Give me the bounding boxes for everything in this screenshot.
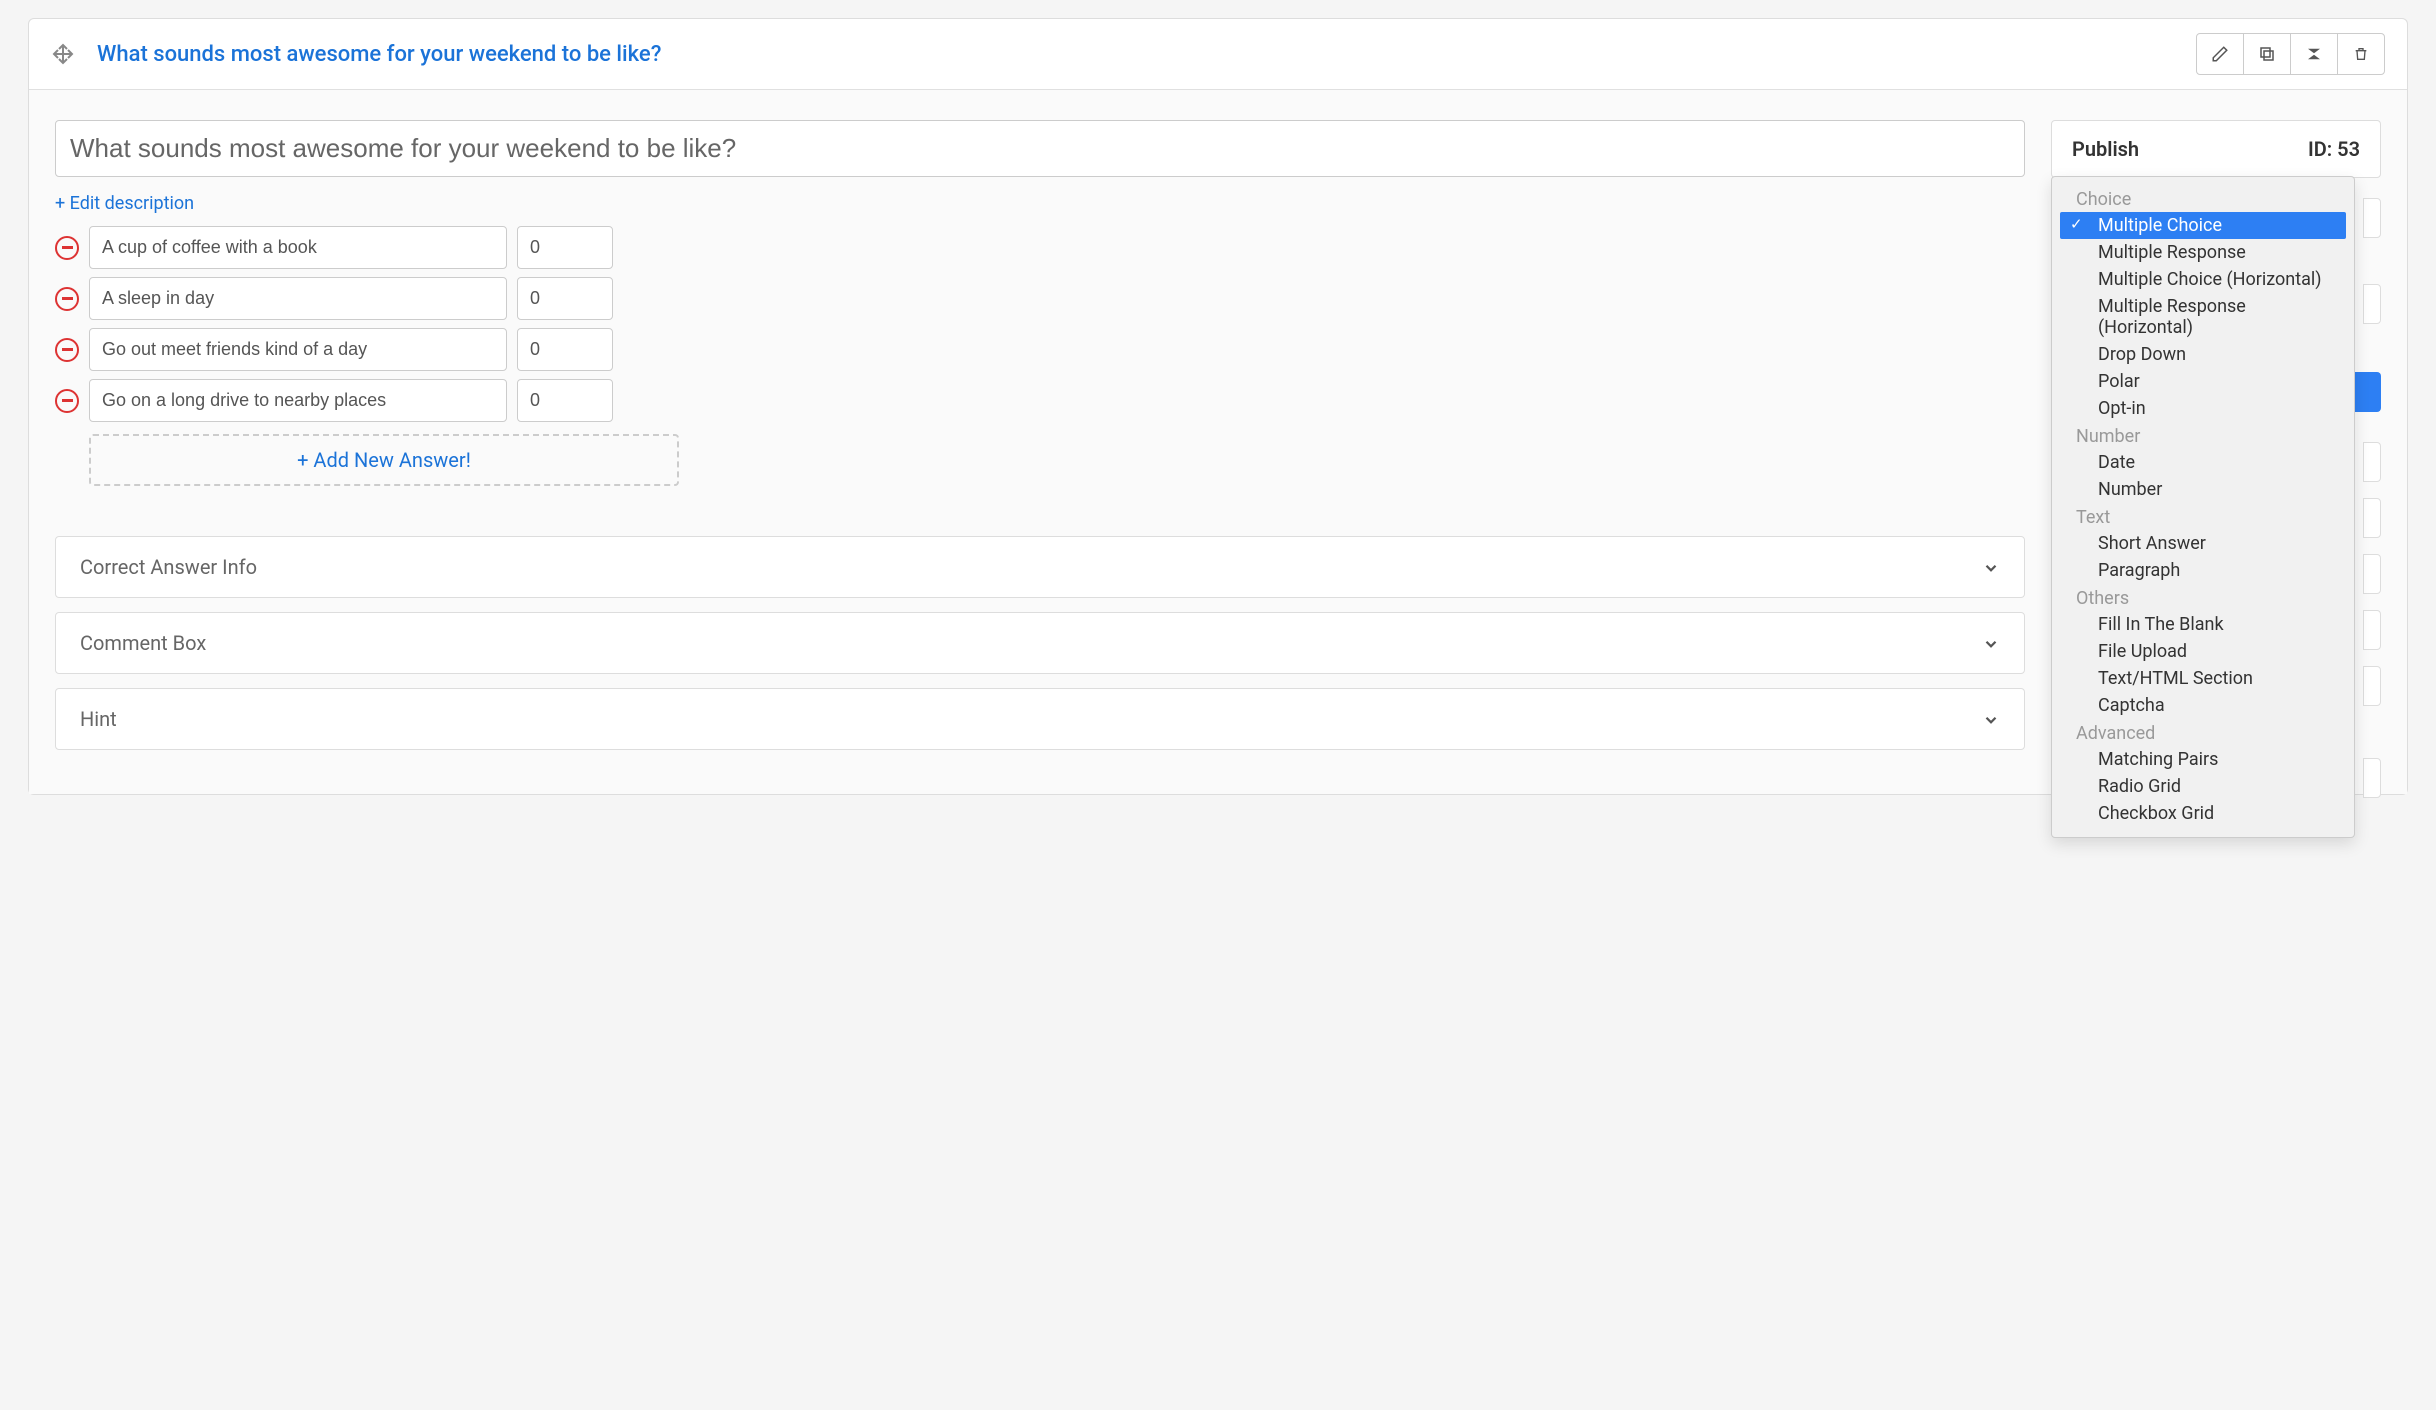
- answer-row: [55, 277, 2025, 320]
- answer-row: [55, 226, 2025, 269]
- dropdown-item[interactable]: Multiple Choice: [2060, 212, 2346, 239]
- chevron-down-icon: [1982, 710, 2000, 728]
- dropdown-item[interactable]: Drop Down: [2060, 341, 2346, 368]
- right-column: Publish ID: 53 ChoiceMultiple ChoiceMult…: [2051, 120, 2381, 750]
- answer-row: [55, 328, 2025, 371]
- accordion-hint[interactable]: Hint: [55, 688, 2025, 750]
- dropdown-item[interactable]: Radio Grid: [2060, 773, 2346, 800]
- answer-value-input[interactable]: [517, 226, 613, 269]
- remove-answer-icon[interactable]: [55, 389, 79, 413]
- add-answer-button[interactable]: + Add New Answer!: [89, 434, 679, 486]
- dropdown-item[interactable]: File Upload: [2060, 638, 2346, 665]
- dropdown-group-label: Advanced: [2056, 719, 2350, 746]
- answer-text-input[interactable]: [89, 379, 507, 422]
- hidden-field[interactable]: [2363, 758, 2381, 798]
- collapse-button[interactable]: [2290, 33, 2338, 75]
- answer-text-input[interactable]: [89, 226, 507, 269]
- dropdown-item[interactable]: Captcha: [2060, 692, 2346, 719]
- move-icon[interactable]: [51, 42, 75, 66]
- accordion-correct-answer[interactable]: Correct Answer Info: [55, 536, 2025, 598]
- answer-text-input[interactable]: [89, 277, 507, 320]
- dropdown-group-label: Others: [2056, 584, 2350, 611]
- accordion-group: Correct Answer Info Comment Box Hint: [55, 536, 2025, 750]
- dropdown-item[interactable]: Opt-in: [2060, 395, 2346, 422]
- question-text-input[interactable]: [55, 120, 2025, 177]
- answer-text-input[interactable]: [89, 328, 507, 371]
- dropdown-item[interactable]: Fill In The Blank: [2060, 611, 2346, 638]
- dropdown-item[interactable]: Paragraph: [2060, 557, 2346, 584]
- accordion-comment-box[interactable]: Comment Box: [55, 612, 2025, 674]
- hidden-field[interactable]: [2363, 198, 2381, 238]
- dropdown-group-label: Choice: [2056, 185, 2350, 212]
- publish-label: Publish: [2072, 137, 2139, 161]
- question-id: ID: 53: [2308, 137, 2360, 161]
- dropdown-item[interactable]: Checkbox Grid: [2060, 800, 2346, 827]
- duplicate-button[interactable]: [2243, 33, 2291, 75]
- hidden-field[interactable]: [2363, 284, 2381, 324]
- header-actions: [2196, 33, 2385, 75]
- question-type-dropdown[interactable]: ChoiceMultiple ChoiceMultiple ResponseMu…: [2051, 176, 2355, 838]
- answers-list: [55, 226, 2025, 422]
- answer-row: [55, 379, 2025, 422]
- remove-answer-icon[interactable]: [55, 338, 79, 362]
- remove-answer-icon[interactable]: [55, 287, 79, 311]
- hidden-field[interactable]: [2363, 498, 2381, 538]
- dropdown-group-label: Number: [2056, 422, 2350, 449]
- hidden-field[interactable]: [2363, 554, 2381, 594]
- card-body: + Edit description + Add New Answer! Cor…: [29, 90, 2407, 794]
- dropdown-group-label: Text: [2056, 503, 2350, 530]
- answer-value-input[interactable]: [517, 379, 613, 422]
- dropdown-item[interactable]: Multiple Response: [2060, 239, 2346, 266]
- hidden-field[interactable]: [2363, 666, 2381, 706]
- remove-answer-icon[interactable]: [55, 236, 79, 260]
- hidden-field[interactable]: [2363, 442, 2381, 482]
- hidden-field[interactable]: [2363, 610, 2381, 650]
- dropdown-item[interactable]: Matching Pairs: [2060, 746, 2346, 773]
- answer-value-input[interactable]: [517, 277, 613, 320]
- dropdown-item[interactable]: Date: [2060, 449, 2346, 476]
- card-header: What sounds most awesome for your weeken…: [29, 19, 2407, 90]
- left-column: + Edit description + Add New Answer! Cor…: [55, 120, 2025, 750]
- dropdown-item[interactable]: Number: [2060, 476, 2346, 503]
- delete-button[interactable]: [2337, 33, 2385, 75]
- accordion-label: Hint: [80, 707, 117, 731]
- dropdown-item[interactable]: Polar: [2060, 368, 2346, 395]
- dropdown-item[interactable]: Text/HTML Section: [2060, 665, 2346, 692]
- dropdown-item[interactable]: Short Answer: [2060, 530, 2346, 557]
- chevron-down-icon: [1982, 558, 2000, 576]
- edit-button[interactable]: [2196, 33, 2244, 75]
- accordion-label: Correct Answer Info: [80, 555, 257, 579]
- accordion-label: Comment Box: [80, 631, 206, 655]
- question-card: What sounds most awesome for your weeken…: [28, 18, 2408, 795]
- question-title-link[interactable]: What sounds most awesome for your weeken…: [97, 42, 2196, 67]
- edit-description-link[interactable]: + Edit description: [55, 193, 194, 214]
- dropdown-item[interactable]: Multiple Response (Horizontal): [2060, 293, 2346, 341]
- publish-box: Publish ID: 53: [2051, 120, 2381, 178]
- chevron-down-icon: [1982, 634, 2000, 652]
- dropdown-item[interactable]: Multiple Choice (Horizontal): [2060, 266, 2346, 293]
- answer-value-input[interactable]: [517, 328, 613, 371]
